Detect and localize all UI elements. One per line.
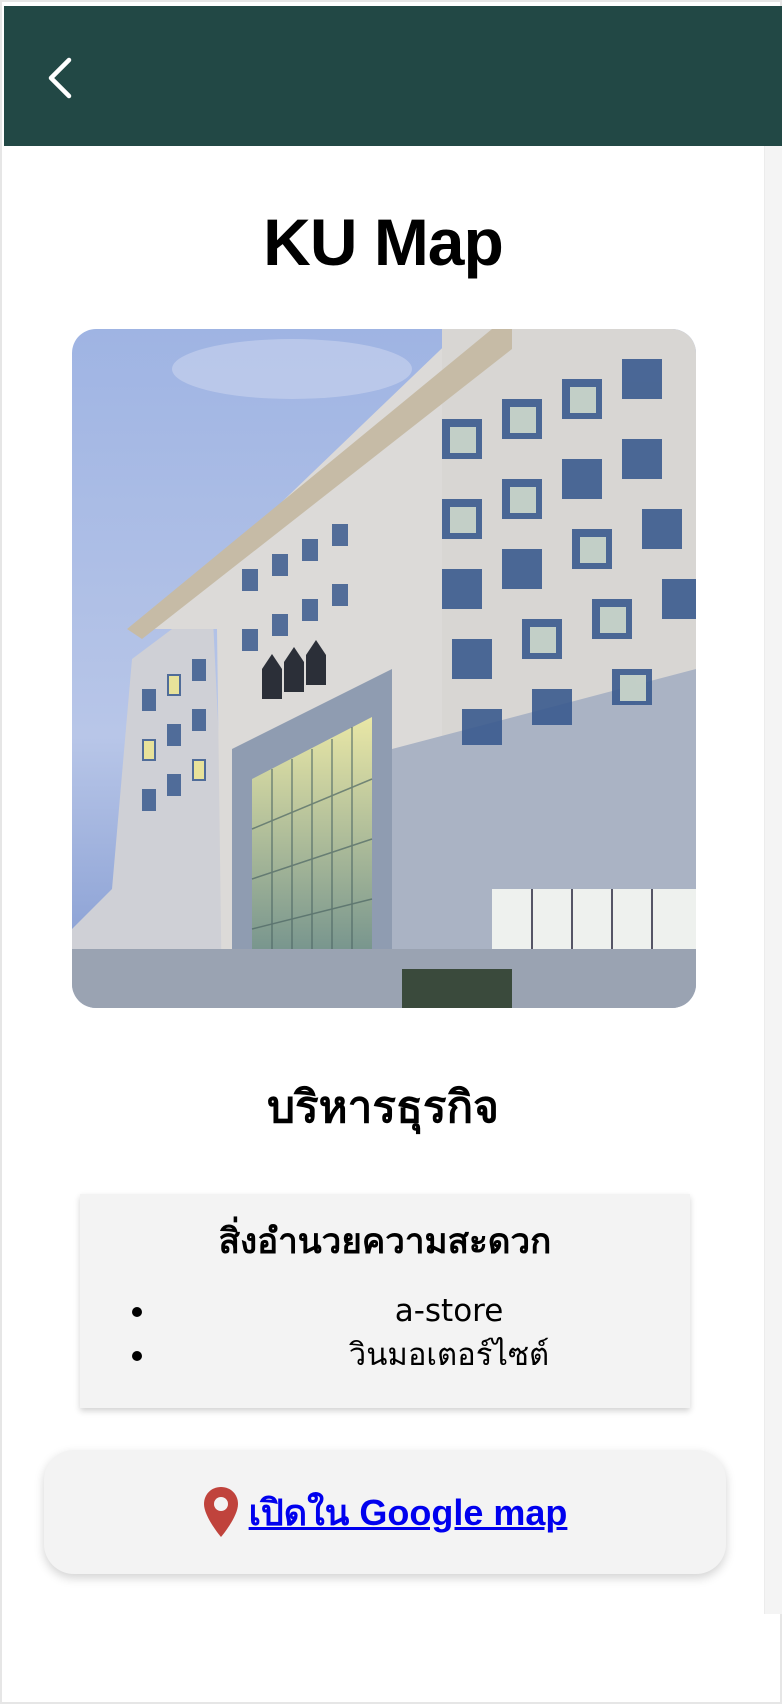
amenities-card: สิ่งอำนวยความสะดวก a-store วินมอเตอร์ไซต… xyxy=(80,1194,690,1408)
place-name: บริหารธุรกิจ xyxy=(267,1082,499,1133)
scrollbar[interactable] xyxy=(764,146,782,1614)
open-google-map-link[interactable]: เปิดใน Google map xyxy=(249,1484,568,1541)
bullet xyxy=(132,1307,142,1317)
map-pin-icon xyxy=(203,1487,238,1537)
list-item: วินมอเตอร์ไซต์ xyxy=(80,1333,690,1377)
building-photo xyxy=(72,329,696,1008)
back-button[interactable] xyxy=(40,56,80,100)
page-title: KU Map xyxy=(263,205,504,279)
amenities-heading: สิ่งอำนวยความสะดวก xyxy=(218,1222,552,1262)
top-app-bar xyxy=(4,6,782,146)
chevron-left-icon xyxy=(48,57,72,99)
amenities-list: a-store วินมอเตอร์ไซต์ xyxy=(80,1289,690,1377)
open-google-map-card[interactable]: เปิดใน Google map xyxy=(44,1450,726,1574)
amenity-label: วินมอเตอร์ไซต์ xyxy=(348,1337,550,1373)
list-item: a-store xyxy=(80,1289,690,1333)
amenity-label: a-store xyxy=(394,1293,504,1329)
app-frame: KU Map บริหารธุรกิจ สิ่งอำนวยความสะดวก a… xyxy=(0,0,782,1704)
bullet xyxy=(132,1351,142,1361)
